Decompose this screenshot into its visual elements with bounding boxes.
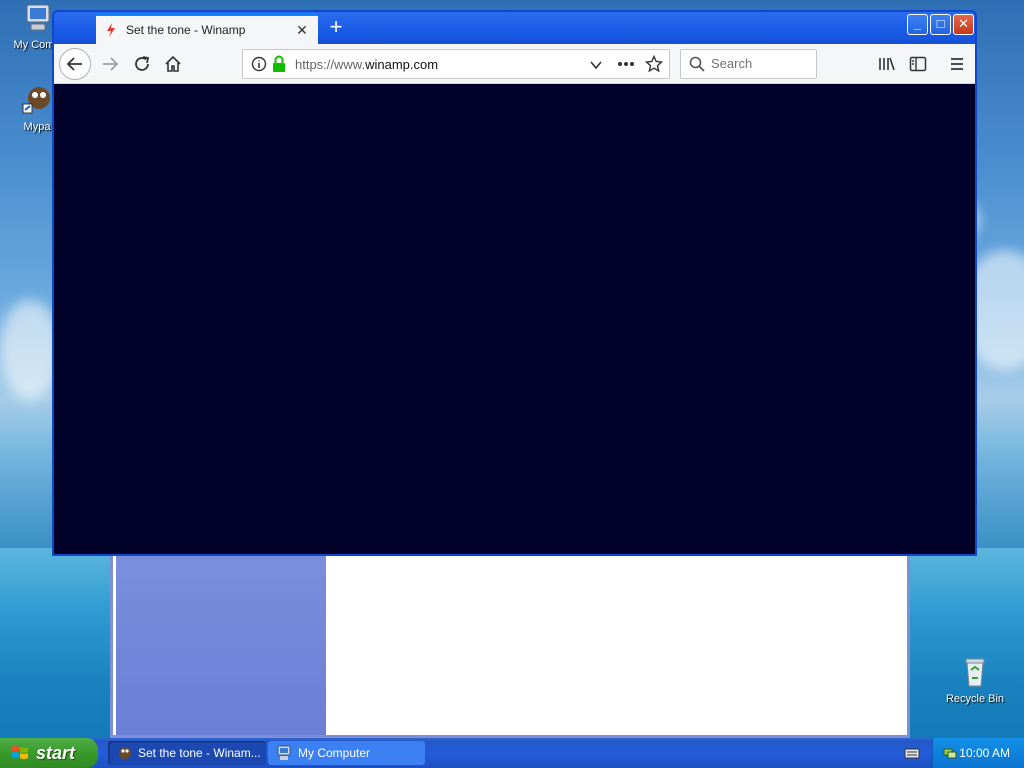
desktop-cloud: [0, 300, 60, 400]
url-host: winamp.com: [365, 57, 439, 72]
my-computer-task-pane: [116, 552, 326, 735]
menu-button[interactable]: [943, 50, 971, 78]
url-bar[interactable]: https://www.winamp.com: [242, 49, 670, 79]
chevron-down-icon[interactable]: [589, 58, 603, 72]
search-icon: [689, 56, 705, 72]
desktop-icon-recycle-bin[interactable]: Recycle Bin: [940, 656, 1010, 705]
reload-button[interactable]: [128, 50, 156, 78]
lock-icon[interactable]: [272, 55, 286, 73]
page-content[interactable]: [54, 84, 975, 554]
browser-window[interactable]: Set the tone - Winamp ✕ + _ □ ✕ https://…: [52, 10, 977, 556]
mypaint-icon: [119, 747, 131, 759]
reload-icon: [135, 56, 150, 71]
star-icon[interactable]: [645, 55, 663, 73]
home-button[interactable]: [159, 50, 187, 78]
taskbar-item-label: My Computer: [298, 746, 371, 760]
arrow-left-icon: [66, 57, 82, 71]
network-icon[interactable]: [943, 746, 957, 760]
back-button[interactable]: [59, 48, 91, 80]
winamp-favicon-icon: [107, 23, 115, 37]
more-actions-icon[interactable]: [617, 61, 635, 67]
browser-navbar: https://www.winamp.com: [54, 44, 975, 84]
taskbar-item-label: Set the tone - Winam...: [138, 746, 261, 760]
library-icon: [879, 57, 895, 71]
home-icon: [165, 55, 181, 72]
tab-winamp[interactable]: Set the tone - Winamp ✕: [96, 14, 318, 44]
taskbar-item-browser[interactable]: Set the tone - Winam...: [108, 741, 266, 765]
computer-icon: [26, 4, 50, 31]
clock[interactable]: 10:00 AM: [959, 746, 1010, 760]
info-icon[interactable]: [251, 56, 267, 72]
hamburger-menu-icon: [951, 58, 963, 70]
url-scheme: https://www.: [295, 57, 366, 72]
start-label: start: [36, 742, 76, 763]
minimize-button[interactable]: _: [907, 14, 928, 35]
keyboard-icon[interactable]: [904, 746, 920, 760]
recycle-bin-icon: [965, 658, 985, 687]
sidebar-button[interactable]: [904, 50, 932, 78]
search-box[interactable]: [680, 49, 817, 79]
search-input[interactable]: [711, 56, 811, 71]
system-tray: 10:00 AM: [932, 738, 1024, 768]
tab-title: Set the tone - Winamp: [126, 23, 246, 37]
url-text[interactable]: https://www.winamp.com: [295, 57, 438, 72]
browser-titlebar[interactable]: Set the tone - Winamp ✕ + _ □ ✕: [54, 12, 975, 44]
sidebar-icon: [909, 56, 927, 72]
new-tab-button[interactable]: +: [324, 16, 348, 40]
my-computer-window[interactable]: [110, 552, 910, 738]
maximize-button[interactable]: □: [930, 14, 951, 35]
close-window-button[interactable]: ✕: [953, 14, 974, 35]
tab-close-icon[interactable]: ✕: [294, 22, 310, 38]
forward-button[interactable]: [96, 50, 124, 78]
taskbar: start Set the tone - Winam... My Compute…: [0, 738, 1024, 768]
desktop-icon-label: Recycle Bin: [945, 693, 1005, 705]
taskbar-item-my-computer[interactable]: My Computer: [268, 741, 425, 765]
arrow-right-icon: [103, 57, 119, 71]
library-button[interactable]: [873, 50, 901, 78]
start-button[interactable]: start: [0, 738, 98, 768]
windows-logo-icon: [12, 746, 28, 759]
computer-icon: [277, 745, 291, 760]
mypaint-icon: [22, 87, 50, 114]
